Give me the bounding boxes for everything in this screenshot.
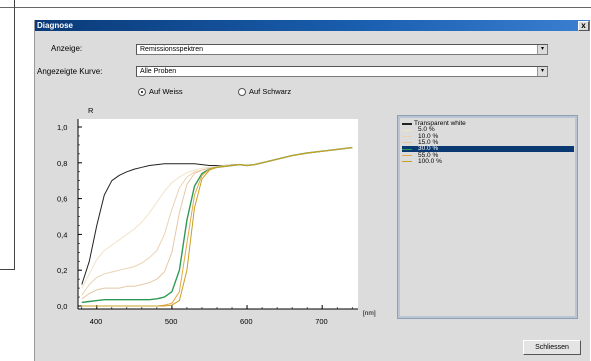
y-tick-label: 0,2 bbox=[57, 266, 67, 275]
reflectance-chart: 0,0 0,2 0,4 0,6 0,8 1,0 400 500 600 700 R [nm] bbox=[57, 106, 376, 326]
y-tick-label: 0,4 bbox=[57, 230, 67, 239]
y-tick-label: 0,6 bbox=[57, 195, 67, 204]
y-axis-label: R bbox=[88, 106, 94, 115]
plot-area bbox=[78, 119, 358, 309]
y-tick-label: 0,0 bbox=[57, 302, 67, 311]
y-tick-label: 0,8 bbox=[57, 159, 67, 168]
x-tick-label: 700 bbox=[315, 317, 328, 326]
y-tick-label: 1,0 bbox=[57, 123, 67, 132]
x-axis-unit: [nm] bbox=[363, 310, 376, 317]
x-tick-label: 400 bbox=[90, 317, 103, 326]
x-tick-label: 500 bbox=[165, 317, 178, 326]
x-tick-label: 600 bbox=[240, 317, 253, 326]
